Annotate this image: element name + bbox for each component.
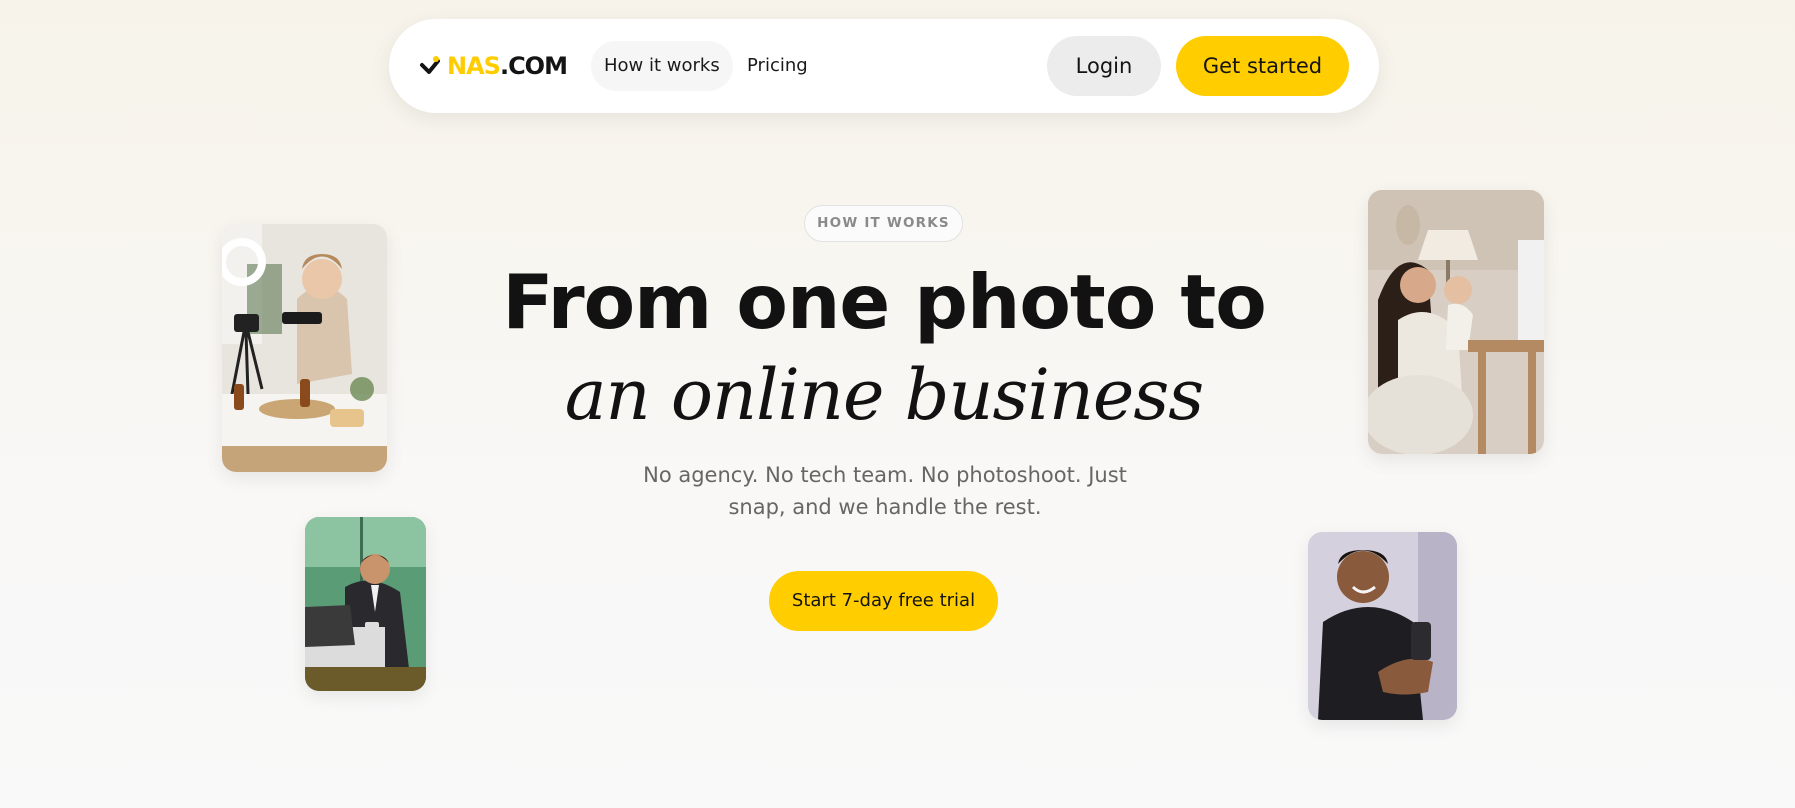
get-started-button[interactable]: Get started [1176,36,1349,96]
logo-wordmark: NAS.COM [447,52,568,80]
nav-link-pricing[interactable]: Pricing [734,41,821,91]
hero-subtitle: No agency. No tech team. No photoshoot. … [640,459,1130,523]
logo[interactable]: NAS.COM [419,51,568,81]
start-free-trial-button[interactable]: Start 7-day free trial [769,571,998,631]
hero-subtitle-line2: snap, and we handle the rest. [728,495,1042,519]
logo-check-icon [420,56,440,74]
photo-businessman-laptop [305,517,426,691]
photo-mother-baby-desk [1368,190,1544,454]
section-badge: HOW IT WORKS [804,205,963,242]
hero-subtitle-line1: No agency. No tech team. No photoshoot. … [643,463,1127,487]
top-nav: NAS.COM How it works Pricing Login Get s… [389,19,1379,113]
login-button[interactable]: Login [1047,36,1161,96]
photo-woman-product-shoot [222,224,387,472]
nav-link-how-it-works[interactable]: How it works [591,41,733,91]
photo-man-with-phone [1308,532,1457,720]
